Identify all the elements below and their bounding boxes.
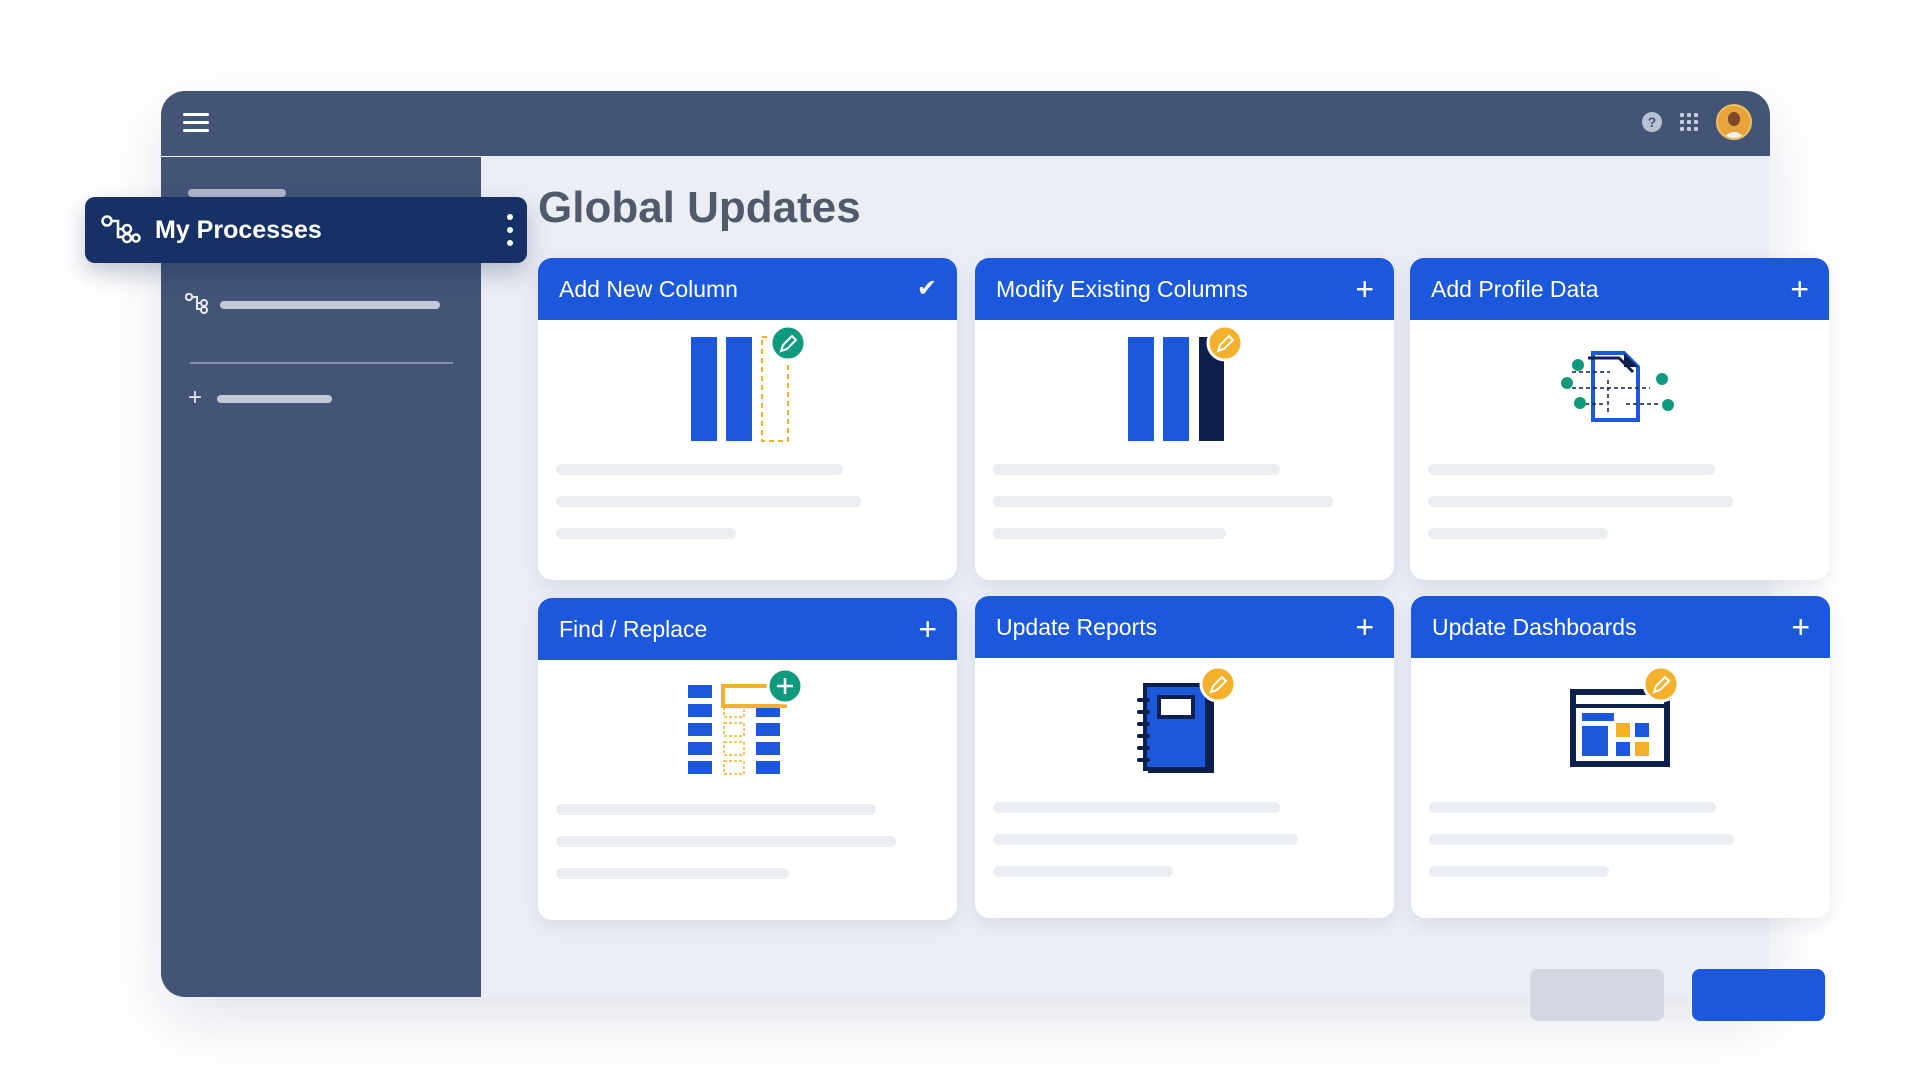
process-icon (101, 215, 141, 244)
sidebar-add-placeholder[interactable] (217, 395, 332, 403)
avatar[interactable] (1716, 104, 1752, 140)
text-placeholder (993, 802, 1280, 813)
page-title: Global Updates (538, 183, 861, 232)
plus-icon[interactable]: + (1790, 273, 1809, 305)
card-title: Find / Replace (559, 615, 708, 642)
text-placeholder (993, 496, 1333, 507)
card-illustration (975, 658, 1394, 798)
text-placeholder (556, 528, 736, 539)
plus-icon[interactable]: + (918, 613, 937, 645)
sidebar-item-placeholder[interactable] (220, 301, 440, 309)
plus-icon[interactable]: + (1355, 273, 1374, 305)
columns-edit-icon (1128, 324, 1244, 441)
process-icon (185, 293, 208, 314)
text-placeholder (993, 464, 1280, 475)
card-illustration (1411, 658, 1830, 798)
sidebar-placeholder-top (188, 189, 286, 197)
stage: ? + My Processes Global Updates Add New … (0, 0, 1920, 1080)
plus-icon[interactable]: + (1791, 611, 1810, 643)
add-icon[interactable]: + (188, 386, 202, 410)
card-update-dashboards[interactable]: Update Dashboards + (1411, 596, 1830, 918)
card-illustration (975, 320, 1394, 460)
text-placeholder (1429, 866, 1609, 877)
card-header: Add New Column ✔ (538, 258, 957, 320)
text-placeholder (1429, 802, 1716, 813)
card-modify-existing-columns[interactable]: Modify Existing Columns + (975, 258, 1394, 580)
card-title: Add Profile Data (1431, 275, 1599, 302)
sidebar-divider (190, 362, 453, 364)
sidebar-item-label: My Processes (155, 215, 322, 244)
report-notebook-icon (1137, 665, 1237, 773)
profile-data-icon (1561, 351, 1674, 422)
text-placeholder (556, 496, 861, 507)
text-placeholder (1428, 464, 1715, 475)
text-placeholder (1429, 834, 1734, 845)
card-header: Update Reports + (975, 596, 1394, 658)
apps-grid-icon[interactable] (1680, 113, 1698, 131)
columns-icon (691, 324, 807, 442)
card-title: Modify Existing Columns (996, 275, 1248, 302)
text-placeholder (556, 836, 896, 847)
check-icon[interactable]: ✔ (917, 273, 937, 305)
text-placeholder (556, 464, 843, 475)
card-find-replace[interactable]: Find / Replace + (538, 598, 957, 920)
card-header: Find / Replace + (538, 598, 957, 660)
card-header: Modify Existing Columns + (975, 258, 1394, 320)
text-placeholder (1428, 496, 1733, 507)
text-placeholder (993, 866, 1173, 877)
more-options-icon[interactable] (507, 214, 513, 246)
find-replace-icon (688, 667, 804, 775)
card-title: Add New Column (559, 275, 738, 302)
sidebar: + (161, 157, 481, 997)
top-bar-actions: ? (1642, 104, 1752, 140)
card-update-reports[interactable]: Update Reports + (975, 596, 1394, 918)
card-illustration (538, 660, 957, 800)
dashboard-icon (1570, 665, 1680, 767)
text-placeholder (556, 868, 789, 879)
card-header: Update Dashboards + (1411, 596, 1830, 658)
hamburger-menu-icon[interactable] (183, 113, 209, 133)
card-add-profile-data[interactable]: Add Profile Data + (1410, 258, 1829, 580)
text-placeholder (993, 528, 1226, 539)
secondary-button[interactable] (1530, 969, 1664, 1021)
plus-icon[interactable]: + (1355, 611, 1374, 643)
text-placeholder (556, 804, 876, 815)
card-illustration (1410, 320, 1829, 460)
card-header: Add Profile Data + (1410, 258, 1829, 320)
primary-button[interactable] (1692, 969, 1825, 1021)
help-icon[interactable]: ? (1642, 112, 1662, 132)
card-title: Update Reports (996, 613, 1158, 640)
text-placeholder (993, 834, 1298, 845)
text-placeholder (1428, 528, 1608, 539)
sidebar-item-my-processes[interactable]: My Processes (85, 197, 527, 263)
card-illustration (538, 320, 957, 460)
top-bar: ? (161, 91, 1770, 156)
card-add-new-column[interactable]: Add New Column ✔ (538, 258, 957, 580)
card-title: Update Dashboards (1432, 613, 1637, 640)
